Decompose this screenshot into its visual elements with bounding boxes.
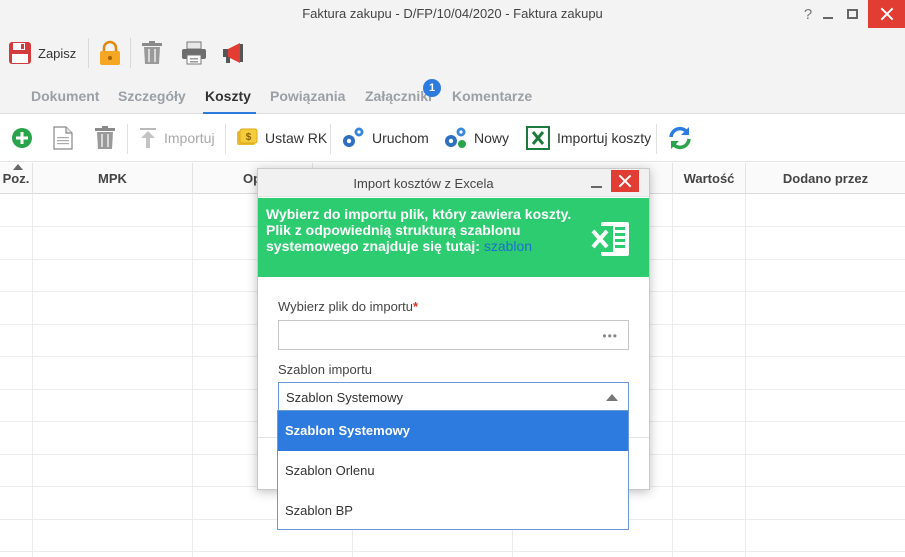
close-icon <box>880 7 894 21</box>
lock-button[interactable] <box>98 28 122 78</box>
excel-file-icon <box>587 222 629 256</box>
template-option-orlen[interactable]: Szablon Orlenu <box>278 451 628 491</box>
minimize-button[interactable] <box>820 3 836 25</box>
delete-cost-button[interactable] <box>94 114 116 162</box>
megaphone-icon <box>223 43 243 63</box>
run-button[interactable]: Uruchom <box>341 114 429 162</box>
document-icon <box>53 126 73 150</box>
toolbar-divider <box>130 38 131 68</box>
add-cost-button[interactable] <box>11 114 33 162</box>
excel-icon <box>526 126 550 150</box>
import-costs-button[interactable]: Importuj koszty <box>526 114 651 162</box>
column-header-dodano-przez[interactable]: Dodano przez <box>746 163 905 194</box>
help-icon[interactable]: ? <box>800 3 816 25</box>
toolbar-divider <box>656 124 657 154</box>
toolbar-divider <box>330 124 331 154</box>
tab-szczegoly[interactable]: Szczegóły <box>118 88 186 104</box>
tab-komentarze[interactable]: Komentarze <box>452 88 532 104</box>
grid-column-line <box>672 194 673 557</box>
toolbar-divider <box>225 124 226 154</box>
floppy-disk-icon <box>9 42 31 64</box>
template-option-bp[interactable]: Szablon BP <box>278 491 628 531</box>
costs-toolbar: Importuj $ Ustaw RK Uruchom Nowy Importu… <box>0 114 905 162</box>
template-select[interactable]: Szablon Systemowy <box>278 382 629 412</box>
title-bar: Faktura zakupu - D/FP/10/04/2020 - Faktu… <box>0 0 905 28</box>
column-header-wartosc[interactable]: Wartość <box>673 163 746 194</box>
upload-arrow-icon <box>140 128 156 148</box>
grid-row-line <box>0 551 905 552</box>
template-dropdown-list: Szablon Systemowy Szablon Orlenu Szablon… <box>277 410 629 530</box>
grid-column-line <box>192 194 193 557</box>
lock-icon <box>100 40 120 65</box>
attachments-count-badge: 1 <box>423 79 441 97</box>
toolbar-divider <box>88 38 89 68</box>
info-banner: Wybierz do importu plik, który zawiera k… <box>258 198 649 277</box>
tab-powiazania[interactable]: Powiązania <box>270 88 345 104</box>
main-toolbar: Zapisz <box>0 28 905 78</box>
new-button[interactable]: Nowy <box>443 114 509 162</box>
file-label-text: Wybierz plik do importu <box>278 299 413 314</box>
browse-button[interactable]: ••• <box>602 329 618 343</box>
banner-text: Wybierz do importu plik, który zawiera k… <box>266 206 576 254</box>
tab-zalaczniki[interactable]: Załączniki <box>365 88 432 104</box>
chevron-up-icon <box>606 394 618 401</box>
import-costs-label: Importuj koszty <box>557 130 652 146</box>
money-icon: $ <box>237 128 258 145</box>
template-select-value: Szablon Systemowy <box>286 390 404 405</box>
trash-icon <box>142 41 162 64</box>
run-label: Uruchom <box>372 130 429 146</box>
gears-icon <box>445 127 466 148</box>
grid-column-line <box>745 194 746 557</box>
refresh-button[interactable] <box>667 114 693 162</box>
tab-dokument[interactable]: Dokument <box>31 88 99 104</box>
dialog-close-button[interactable] <box>611 170 639 192</box>
new-document-button[interactable] <box>53 114 73 162</box>
trash-icon <box>95 126 115 149</box>
close-window-button[interactable] <box>868 0 905 28</box>
dialog-minimize-button[interactable] <box>591 186 602 188</box>
window-title: Faktura zakupu - D/FP/10/04/2020 - Faktu… <box>302 6 603 21</box>
printer-icon <box>182 41 206 65</box>
template-option-systemowy[interactable]: Szablon Systemowy <box>278 411 628 451</box>
save-button[interactable]: Zapisz <box>8 28 76 78</box>
grid-column-line <box>32 194 33 557</box>
set-rk-button[interactable]: $ Ustaw RK <box>236 114 327 162</box>
tab-bar: Dokument Szczegóły Koszty Powiązania Zał… <box>0 78 905 114</box>
import-label: Importuj <box>164 130 215 146</box>
sort-ascending-icon <box>13 164 23 170</box>
gears-icon <box>343 127 364 147</box>
delete-button[interactable] <box>141 28 163 78</box>
toolbar-divider <box>127 124 128 154</box>
print-button[interactable] <box>181 28 207 78</box>
close-icon <box>618 174 632 188</box>
plus-circle-icon <box>12 128 32 148</box>
required-marker: * <box>412 299 419 314</box>
file-picker-input[interactable]: ••• <box>278 320 629 350</box>
svg-text:$: $ <box>246 132 252 143</box>
template-field-label: Szablon importu <box>278 362 372 377</box>
new-label: Nowy <box>474 130 510 146</box>
column-header-mpk[interactable]: MPK <box>33 163 193 194</box>
import-button[interactable]: Importuj <box>139 114 215 162</box>
announce-button[interactable] <box>222 28 250 78</box>
file-field-label: Wybierz plik do importu* <box>278 299 418 314</box>
dialog-title: Import kosztów z Excela <box>353 176 494 191</box>
tab-koszty[interactable]: Koszty <box>205 88 251 104</box>
template-link[interactable]: szablon <box>484 238 532 254</box>
set-rk-label: Ustaw RK <box>265 130 328 146</box>
save-label: Zapisz <box>38 45 77 61</box>
refresh-icon <box>669 126 691 150</box>
maximize-button[interactable] <box>844 3 860 25</box>
dialog-title-bar: Import kosztów z Excela <box>258 169 649 197</box>
